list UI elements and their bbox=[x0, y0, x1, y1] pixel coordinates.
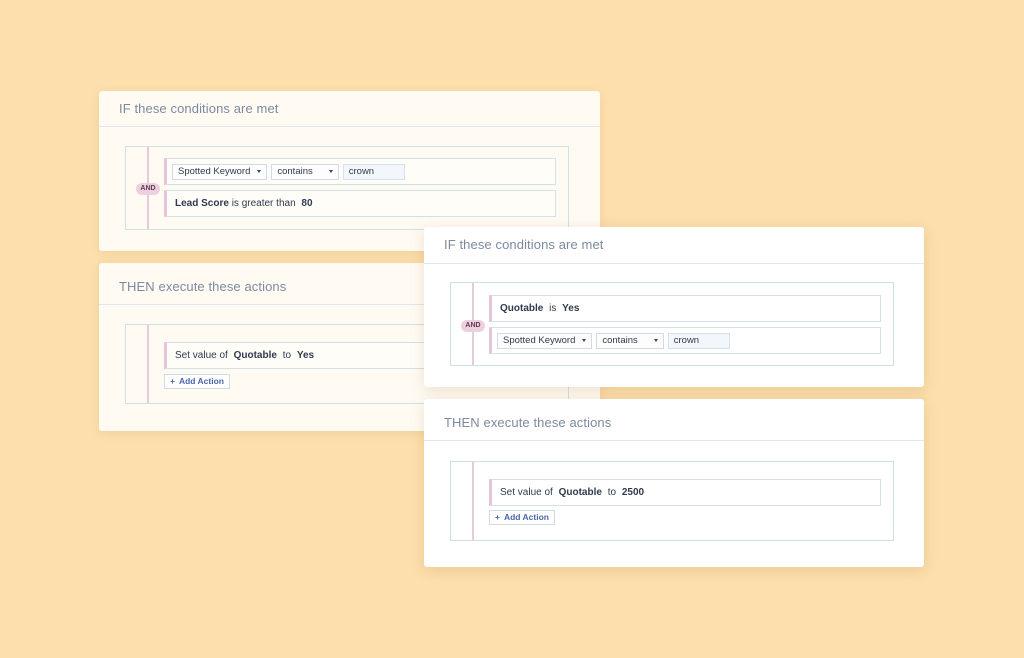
card-header: THEN execute these actions bbox=[424, 399, 924, 441]
condition-row-quotable[interactable]: Quotable is Yes bbox=[489, 295, 881, 322]
caret-down-icon bbox=[328, 170, 333, 173]
condition-value: 80 bbox=[301, 198, 313, 209]
group-rail bbox=[472, 462, 474, 540]
field-select[interactable]: Spotted Keyword bbox=[497, 332, 593, 349]
action-value: Yes bbox=[296, 350, 315, 361]
action-field: Quotable bbox=[233, 350, 277, 361]
field-select[interactable]: Spotted Keyword bbox=[172, 163, 268, 180]
condition-field: Quotable bbox=[500, 303, 544, 314]
and-operator-badge[interactable]: AND bbox=[136, 183, 160, 195]
action-field: Quotable bbox=[558, 487, 602, 498]
operator-select-label: contains bbox=[602, 334, 638, 346]
operator-select[interactable]: contains bbox=[271, 163, 339, 180]
condition-value: Yes bbox=[562, 303, 580, 314]
value-input[interactable]: crown bbox=[342, 163, 405, 180]
card-header: IF these conditions are met bbox=[424, 227, 924, 264]
action-prefix: Set value of bbox=[500, 487, 553, 498]
plus-icon: + bbox=[170, 376, 175, 386]
add-action-button[interactable]: + Add Action bbox=[164, 374, 230, 389]
condition-operator-text: is greater than bbox=[231, 198, 296, 209]
card-header: IF these conditions are met bbox=[99, 91, 600, 127]
caret-down-icon bbox=[653, 339, 658, 342]
field-select-label: Spotted Keyword bbox=[503, 334, 576, 346]
operator-select-label: contains bbox=[277, 165, 313, 177]
condition-operator-text: is bbox=[549, 303, 557, 314]
add-action-label: Add Action bbox=[178, 376, 224, 386]
action-group: Set value of Quotable to 2500 + Add Actio… bbox=[450, 461, 894, 541]
condition-row-lead-score[interactable]: Lead Score is greater than 80 bbox=[164, 190, 556, 217]
condition-text: Lead Score is greater than 80 bbox=[172, 198, 313, 209]
value-input[interactable]: crown bbox=[667, 332, 730, 349]
add-action-button[interactable]: + Add Action bbox=[489, 510, 555, 525]
group-rail bbox=[147, 325, 149, 403]
caret-down-icon bbox=[257, 170, 262, 173]
front-then-card: THEN execute these actions Set value of … bbox=[424, 399, 924, 567]
action-value: 2500 bbox=[621, 487, 645, 498]
action-joiner: to bbox=[282, 350, 292, 361]
action-text: Set value of Quotable to Yes bbox=[172, 350, 314, 361]
plus-icon: + bbox=[495, 512, 500, 522]
add-action-label: Add Action bbox=[503, 512, 549, 522]
condition-row-spotted-keyword: Spotted Keyword contains crown bbox=[489, 327, 881, 354]
front-if-card: IF these conditions are met AND Quotable… bbox=[424, 227, 924, 387]
condition-field: Lead Score bbox=[175, 198, 229, 209]
action-prefix: Set value of bbox=[175, 350, 228, 361]
operator-select[interactable]: contains bbox=[596, 332, 664, 349]
action-joiner: to bbox=[607, 487, 617, 498]
caret-down-icon bbox=[582, 339, 587, 342]
field-select-label: Spotted Keyword bbox=[178, 165, 251, 177]
condition-row-spotted-keyword: Spotted Keyword contains crown bbox=[164, 158, 556, 185]
condition-group: AND Spotted Keyword contains crown Lead … bbox=[125, 146, 569, 230]
action-text: Set value of Quotable to 2500 bbox=[497, 487, 644, 498]
condition-text: Quotable is Yes bbox=[497, 303, 579, 314]
condition-group: AND Quotable is Yes Spotted Keyword cont… bbox=[450, 282, 894, 366]
action-row-set-value[interactable]: Set value of Quotable to 2500 bbox=[489, 479, 881, 506]
and-operator-badge[interactable]: AND bbox=[461, 320, 485, 332]
